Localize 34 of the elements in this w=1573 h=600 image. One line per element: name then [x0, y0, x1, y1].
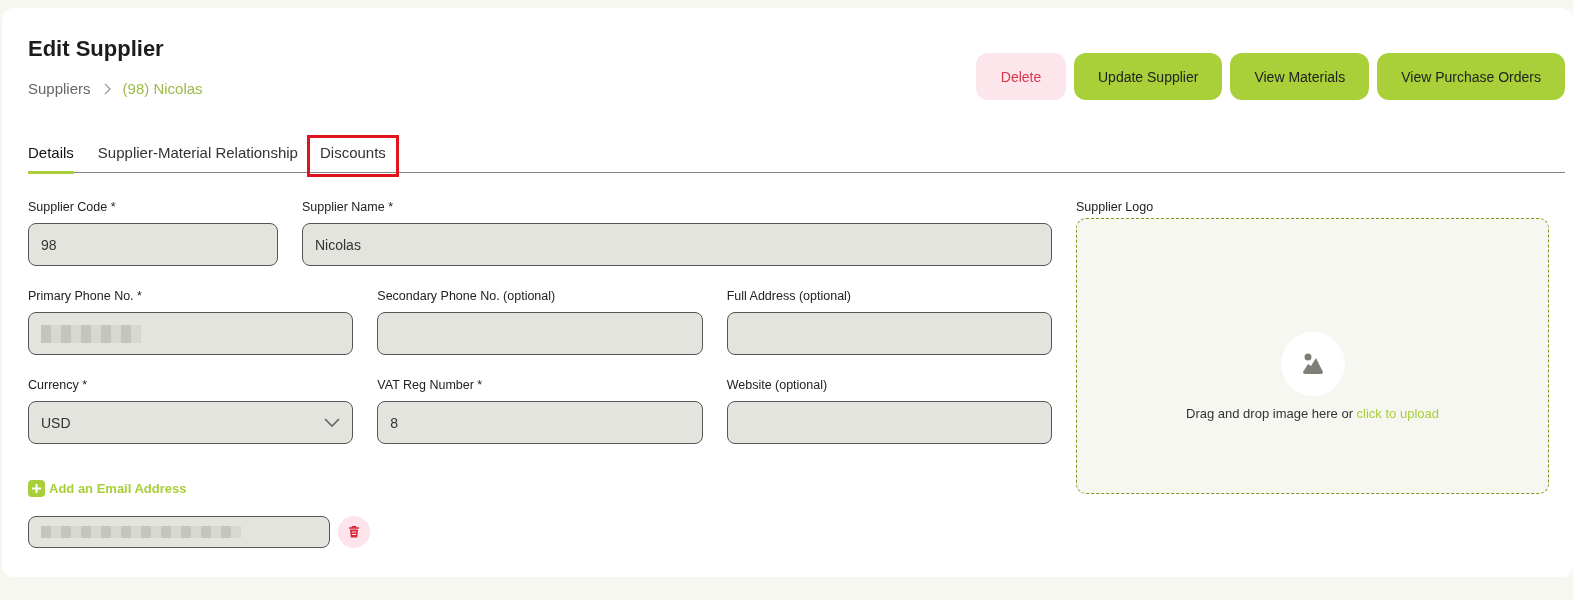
field-label: Primary Phone No. * — [28, 289, 143, 303]
field-label: Supplier Code * — [28, 200, 117, 214]
field-label: Full Address (optional) — [726, 289, 853, 303]
input-field[interactable]: Nicolas — [302, 223, 1052, 266]
input-field[interactable] — [377, 312, 703, 355]
field-label: Currency * — [28, 378, 89, 392]
chevron-icon — [102, 82, 111, 95]
input-field[interactable]: 8 — [377, 401, 703, 444]
field-label: Supplier Logo — [1076, 200, 1155, 214]
input-field[interactable] — [28, 516, 330, 548]
page-title: Edit Supplier — [28, 36, 165, 62]
input-field[interactable]: 98 — [28, 223, 278, 266]
tab[interactable]: Supplier-Material Relationship — [97, 138, 298, 174]
delete-button[interactable]: Delete — [976, 53, 1066, 100]
select-field[interactable]: USD — [28, 401, 354, 444]
trash-icon — [349, 526, 359, 538]
breadcrumb-link[interactable]: Suppliers — [28, 80, 91, 97]
field-label: Supplier Name * — [302, 200, 394, 214]
field-label: Secondary Phone No. (optional) — [377, 289, 557, 303]
chevron-down-icon — [324, 417, 341, 428]
field-label: VAT Reg Number * — [377, 378, 484, 392]
tab[interactable]: Details — [28, 138, 74, 174]
input-field[interactable] — [726, 401, 1052, 444]
input-field[interactable] — [726, 312, 1052, 355]
action-button[interactable]: Update Supplier — [1074, 53, 1223, 100]
delete-button[interactable] — [338, 516, 370, 548]
field-label: Website (optional) — [726, 378, 829, 392]
input-field[interactable] — [28, 312, 354, 355]
plus-icon — [28, 480, 45, 497]
upload-hint: Drag and drop image here or click to upload — [1186, 405, 1439, 421]
upload-area[interactable]: Drag and drop image here or click to upload — [1076, 218, 1549, 494]
tab[interactable]: Discounts — [309, 138, 396, 174]
action-button[interactable]: View Purchase Orders — [1377, 53, 1565, 100]
action-button[interactable]: View Materials — [1230, 53, 1370, 100]
